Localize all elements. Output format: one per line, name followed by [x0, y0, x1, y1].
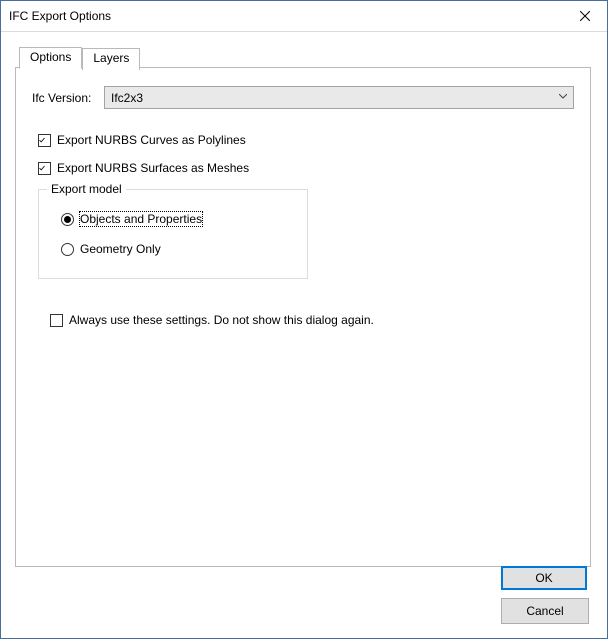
close-button[interactable] [562, 2, 607, 31]
radio-geometry-indicator [61, 243, 74, 256]
ok-button[interactable]: OK [501, 566, 587, 590]
always-use-settings-row[interactable]: Always use these settings. Do not show t… [50, 313, 574, 327]
export-curves-checkbox[interactable] [38, 134, 51, 147]
radio-objects-label: Objects and Properties [80, 212, 202, 226]
dialog-window: IFC Export Options Options Layers Ifc Ve… [0, 0, 608, 639]
radio-objects-indicator [61, 213, 74, 226]
export-model-legend: Export model [47, 182, 126, 196]
ifc-version-value: Ifc2x3 [111, 91, 559, 105]
tab-panel-options: Ifc Version: Ifc2x3 Export NURBS Curves … [15, 67, 591, 567]
ifc-version-row: Ifc Version: Ifc2x3 [32, 86, 574, 109]
ifc-version-label: Ifc Version: [32, 91, 104, 105]
check-icon [39, 135, 45, 146]
ok-button-label: OK [535, 571, 552, 585]
tabstrip: Options Layers [19, 46, 140, 68]
export-curves-checkbox-row[interactable]: Export NURBS Curves as Polylines [38, 133, 574, 147]
close-icon [580, 11, 590, 21]
radio-objects-and-properties[interactable]: Objects and Properties [61, 212, 293, 226]
cancel-button[interactable]: Cancel [501, 598, 589, 624]
ifc-version-select[interactable]: Ifc2x3 [104, 86, 574, 109]
export-surfaces-checkbox-row[interactable]: Export NURBS Surfaces as Meshes [38, 161, 574, 175]
export-surfaces-label: Export NURBS Surfaces as Meshes [57, 161, 249, 175]
client-area: Options Layers Ifc Version: Ifc2x3 [1, 32, 607, 638]
tab-layers[interactable]: Layers [82, 48, 140, 70]
tab-options[interactable]: Options [19, 47, 82, 69]
tab-options-label: Options [30, 50, 71, 64]
radio-geometry-label: Geometry Only [80, 242, 161, 256]
check-icon [39, 163, 45, 174]
tab-layers-label: Layers [93, 51, 129, 65]
dialog-buttons: OK Cancel [501, 566, 589, 624]
export-curves-label: Export NURBS Curves as Polylines [57, 133, 246, 147]
radio-geometry-only[interactable]: Geometry Only [61, 242, 293, 256]
titlebar: IFC Export Options [1, 1, 607, 32]
cancel-button-label: Cancel [526, 604, 563, 618]
export-surfaces-checkbox[interactable] [38, 162, 51, 175]
chevron-down-icon [559, 92, 567, 103]
always-use-settings-label: Always use these settings. Do not show t… [69, 313, 374, 327]
window-title: IFC Export Options [9, 9, 562, 23]
export-model-group: Export model Objects and Properties Geom… [38, 189, 308, 279]
always-use-settings-checkbox[interactable] [50, 314, 63, 327]
